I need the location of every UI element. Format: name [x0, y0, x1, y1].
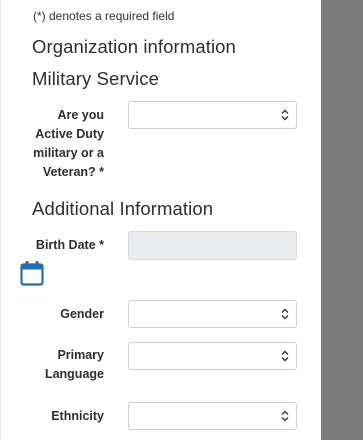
primary-language-select[interactable]: [128, 342, 297, 370]
gender-label: Gender: [60, 307, 104, 321]
chevron-updown-icon: [281, 350, 289, 362]
gender-select[interactable]: [128, 300, 297, 328]
ethnicity-select[interactable]: [128, 402, 297, 430]
form-panel: (*) denotes a required field Organizatio…: [0, 0, 321, 440]
chevron-updown-icon: [281, 109, 289, 121]
chevron-updown-icon: [281, 308, 289, 320]
military-status-select[interactable]: [128, 101, 297, 129]
birth-date-label: Birth Date *: [35, 238, 104, 252]
military-status-label: Are you Active Duty military or a Vetera…: [33, 108, 104, 179]
required-field-note: (*) denotes a required field: [33, 9, 175, 23]
calendar-icon[interactable]: [20, 260, 44, 286]
birth-date-input[interactable]: [128, 231, 297, 260]
ethnicity-label: Ethnicity: [51, 409, 104, 423]
section-title-military: Military Service: [32, 68, 160, 89]
section-title-additional: Additional Information: [32, 198, 214, 219]
chevron-updown-icon: [281, 410, 289, 422]
primary-language-label: Primary Language: [44, 348, 104, 381]
section-title-organization: Organization information: [32, 36, 236, 57]
